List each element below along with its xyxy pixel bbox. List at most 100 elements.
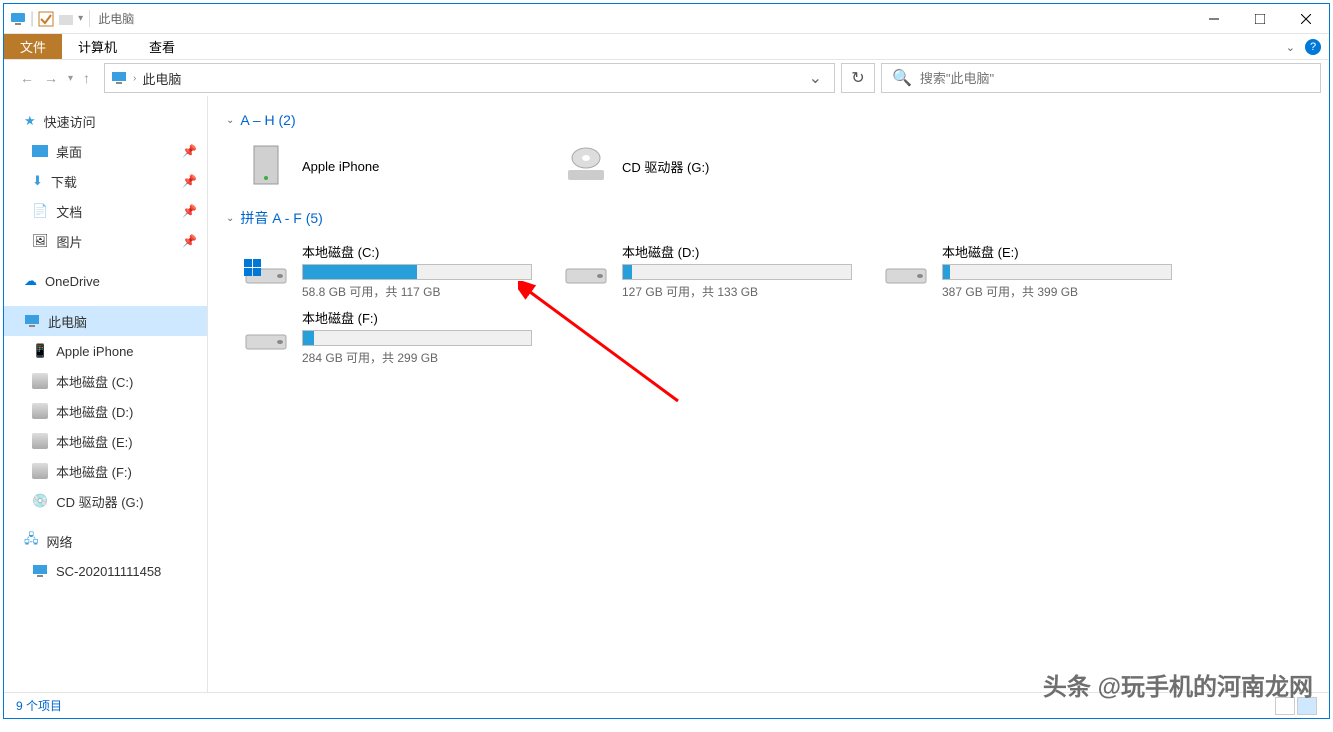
help-button[interactable]: ? <box>1305 39 1321 55</box>
drive-usage: 284 GB 可用，共 299 GB <box>302 349 554 366</box>
sidebar-desktop[interactable]: 桌面 📌 <box>4 136 207 166</box>
up-button[interactable]: ↑ <box>83 70 90 86</box>
tab-view[interactable]: 查看 <box>133 34 191 59</box>
refresh-button[interactable]: ↻ <box>841 63 875 93</box>
quick-access-toolbar: | ▾ <box>4 10 83 28</box>
cd-icon: 💿 <box>32 493 48 509</box>
qat-divider: | <box>30 10 34 28</box>
sidebar-downloads[interactable]: ⬇下载📌 <box>4 166 207 196</box>
drive-name: 本地磁盘 (C:) <box>302 242 554 261</box>
ribbon: 文件 计算机 查看 ⌄ ? <box>4 34 1329 60</box>
label: OneDrive <box>45 274 100 289</box>
drive-item[interactable]: 本地磁盘 (E:) 387 GB 可用，共 399 GB <box>878 238 1198 304</box>
sidebar-disk-f[interactable]: 本地磁盘 (F:) <box>4 456 207 486</box>
sidebar-disk-e[interactable]: 本地磁盘 (E:) <box>4 426 207 456</box>
device-name: Apple iPhone <box>302 159 554 174</box>
sidebar-disk-d[interactable]: 本地磁盘 (D:) <box>4 396 207 426</box>
close-button[interactable] <box>1283 4 1329 34</box>
pin-icon: 📌 <box>182 234 197 248</box>
tab-computer[interactable]: 计算机 <box>62 34 133 59</box>
disk-icon <box>562 247 610 295</box>
sidebar-documents[interactable]: 📄文档📌 <box>4 196 207 226</box>
pin-icon: 📌 <box>182 144 197 158</box>
explorer-window: | ▾ 此电脑 文件 计算机 查看 ⌄ ? ← → ▾ ↑ › 此电脑 ⌄ <box>3 3 1330 719</box>
label: 本地磁盘 (F:) <box>56 462 132 481</box>
label: 图片 <box>57 232 83 251</box>
sidebar-network-pc[interactable]: SC-202011111458 <box>4 556 207 586</box>
folder-icon[interactable] <box>58 11 74 27</box>
disk-icon <box>32 433 48 449</box>
label: Apple iPhone <box>56 344 133 359</box>
address-dropdown[interactable]: ⌄ <box>803 68 828 88</box>
label: 快速访问 <box>44 112 96 131</box>
sidebar-this-pc[interactable]: 此电脑 <box>4 306 207 336</box>
titlebar: | ▾ 此电脑 <box>4 4 1329 34</box>
drive-name: 本地磁盘 (D:) <box>622 242 874 261</box>
disk-icon <box>32 463 48 479</box>
drive-item[interactable]: 本地磁盘 (D:) 127 GB 可用，共 133 GB <box>558 238 878 304</box>
label: 本地磁盘 (D:) <box>56 402 133 421</box>
sidebar-quick-access[interactable]: ★快速访问 <box>4 106 207 136</box>
breadcrumb[interactable]: 此电脑 <box>142 69 181 88</box>
search-box[interactable]: 🔍 <box>881 63 1321 93</box>
tab-file[interactable]: 文件 <box>4 34 62 59</box>
item-count: 9 个项目 <box>16 697 62 714</box>
disk-icon <box>882 247 930 295</box>
label: 网络 <box>47 532 73 551</box>
icons-view-button[interactable] <box>1297 697 1317 715</box>
desktop-icon <box>32 145 48 157</box>
sidebar-apple-iphone[interactable]: 📱 Apple iPhone <box>4 336 207 366</box>
usage-bar <box>622 264 852 280</box>
drive-item[interactable]: 本地磁盘 (F:) 284 GB 可用，共 299 GB <box>238 304 558 370</box>
address-bar[interactable]: › 此电脑 ⌄ <box>104 63 835 93</box>
label: SC-202011111458 <box>56 564 161 579</box>
group-header-ah[interactable]: ⌄ A – H (2) <box>218 108 1319 132</box>
forward-button[interactable]: → <box>44 70 58 86</box>
drive-usage: 58.8 GB 可用，共 117 GB <box>302 283 554 300</box>
group-label: A – H (2) <box>240 112 295 128</box>
label: 此电脑 <box>48 312 87 331</box>
search-input[interactable] <box>920 71 1310 86</box>
checkbox-icon[interactable] <box>38 11 54 27</box>
usage-bar <box>302 330 532 346</box>
label: 本地磁盘 (E:) <box>56 432 133 451</box>
label: 下载 <box>51 172 77 191</box>
label: CD 驱动器 (G:) <box>56 492 143 511</box>
cloud-icon: ☁ <box>24 273 37 289</box>
drive-item[interactable]: 本地磁盘 (C:) 58.8 GB 可用，共 117 GB <box>238 238 558 304</box>
disk-icon <box>242 247 290 295</box>
chevron-right-icon[interactable]: › <box>133 73 136 84</box>
label: 桌面 <box>56 142 82 161</box>
group-label: 拼音 A - F (5) <box>240 208 322 228</box>
ribbon-collapse-icon[interactable]: ⌄ <box>1286 41 1295 54</box>
drive-tower-icon <box>242 142 290 190</box>
label: 本地磁盘 (C:) <box>56 372 133 391</box>
drive-name: 本地磁盘 (E:) <box>942 242 1194 261</box>
maximize-button[interactable] <box>1237 4 1283 34</box>
phone-icon: 📱 <box>32 343 48 359</box>
sidebar-onedrive[interactable]: ☁ OneDrive <box>4 266 207 296</box>
minimize-button[interactable] <box>1191 4 1237 34</box>
back-button[interactable]: ← <box>20 70 34 86</box>
qat-dropdown[interactable]: ▾ <box>78 13 83 24</box>
sidebar-network[interactable]: 🖧网络 <box>4 526 207 556</box>
device-cd-drive[interactable]: CD 驱动器 (G:) <box>558 138 878 194</box>
details-view-button[interactable] <box>1275 697 1295 715</box>
group-header-pinyin[interactable]: ⌄ 拼音 A - F (5) <box>218 204 1319 232</box>
pictures-icon: 🖼 <box>32 233 49 249</box>
sidebar-cd-drive[interactable]: 💿 CD 驱动器 (G:) <box>4 486 207 516</box>
status-bar: 9 个项目 <box>4 692 1329 718</box>
cd-drive-icon <box>562 142 610 190</box>
sidebar-disk-c[interactable]: 本地磁盘 (C:) <box>4 366 207 396</box>
search-icon: 🔍 <box>892 68 912 88</box>
usage-bar <box>942 264 1172 280</box>
chevron-down-icon: ⌄ <box>226 115 234 126</box>
sidebar: ★快速访问 桌面 📌 ⬇下载📌 📄文档📌 🖼 图片 📌 ☁ OneDrive 此电脑 📱… <box>4 96 208 692</box>
drive-usage: 127 GB 可用，共 133 GB <box>622 283 874 300</box>
recent-dropdown[interactable]: ▾ <box>68 73 73 84</box>
view-buttons <box>1275 697 1317 715</box>
pc-icon <box>10 11 26 27</box>
sidebar-pictures[interactable]: 🖼 图片 📌 <box>4 226 207 256</box>
device-apple-iphone[interactable]: Apple iPhone <box>238 138 558 194</box>
content-pane: ⌄ A – H (2) Apple iPhone CD 驱动器 (G:) ⌄ 拼… <box>208 96 1329 692</box>
